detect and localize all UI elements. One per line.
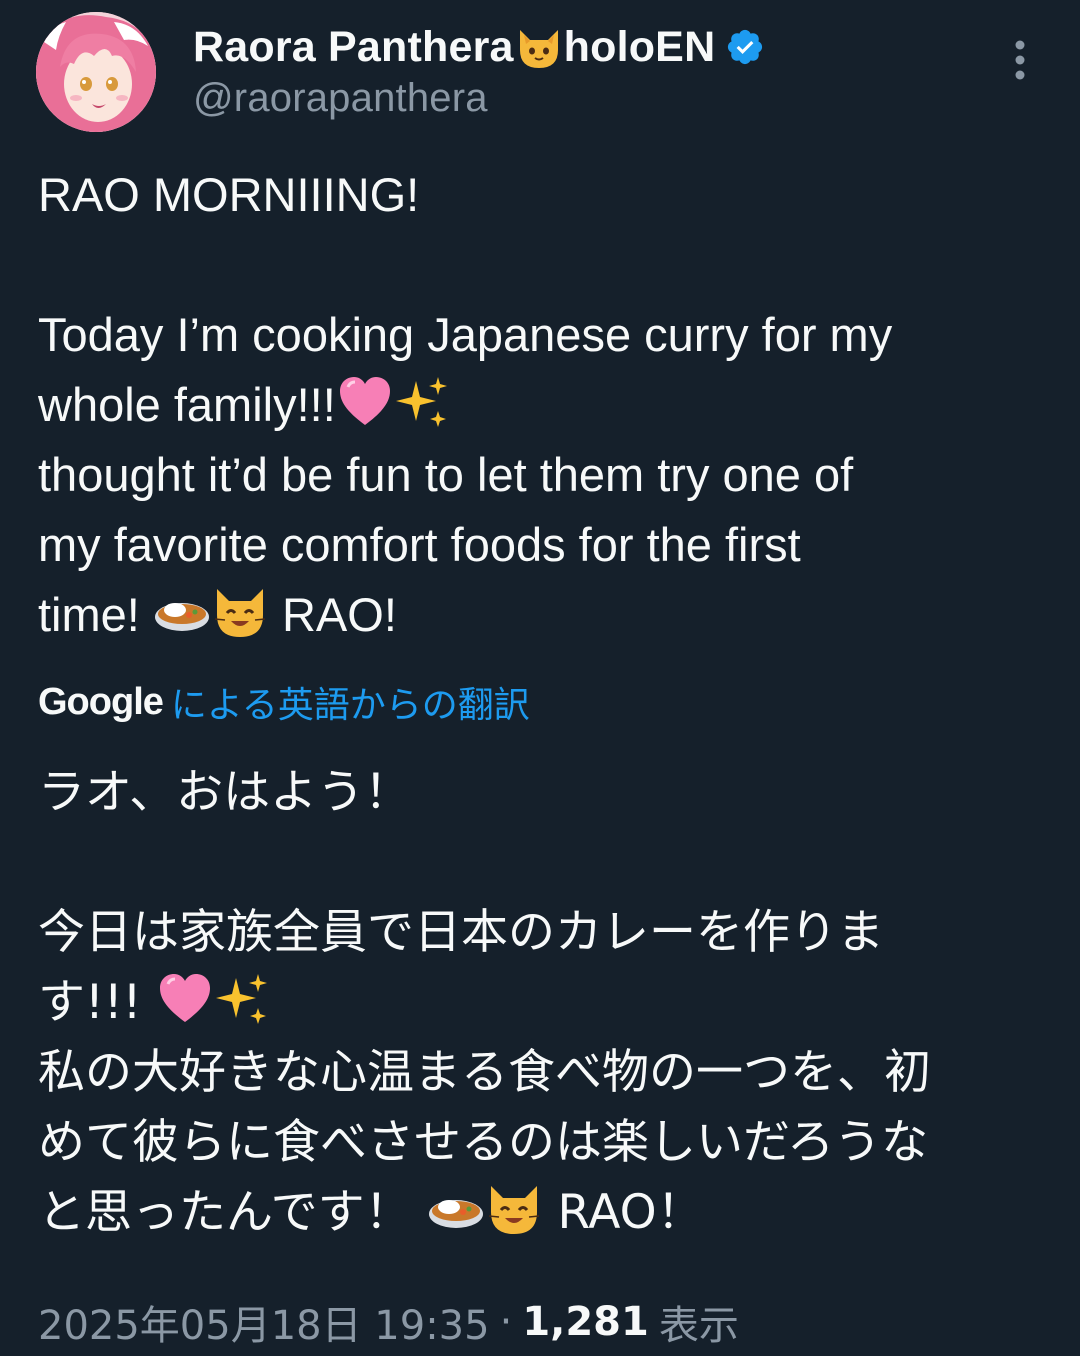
tweet-line: Today I’m cooking Japanese curry for my	[38, 308, 893, 361]
tweet-meta: 2025年05月18日 19:35 · 1,281 表示	[38, 1294, 739, 1350]
translation-blank-line	[38, 828, 1048, 898]
translation-line: 今日は家族全員で日本のカレーを作りま	[38, 905, 884, 960]
curry-rice-icon	[428, 1200, 483, 1228]
tweet-line: my favorite comfort foods for the first	[38, 518, 801, 571]
cat-face-icon	[519, 30, 558, 68]
smiling-cat-icon	[214, 589, 265, 637]
translation-line: めて彼らに食べさせるのは楽しいだろうな	[38, 1115, 929, 1170]
sparkles-icon	[395, 377, 447, 427]
verified-badge-icon	[728, 29, 763, 65]
pink-heart-icon	[339, 377, 390, 425]
avatar[interactable]	[36, 12, 156, 132]
translation-line-text: す!!!	[38, 975, 157, 1030]
tweet-line: thought it’d be fun to let them try one …	[38, 448, 854, 501]
translation-line-text: RAO！	[542, 1185, 704, 1240]
tweet-line: whole family!!!	[38, 370, 1048, 440]
translation-link[interactable]: による英語からの翻訳	[171, 676, 530, 728]
translation-attribution: Google による英語からの翻訳	[38, 672, 530, 732]
tweet-line-text: time!	[38, 588, 153, 641]
smiling-cat-icon	[488, 1186, 539, 1234]
translation-line: す!!!	[38, 968, 1048, 1038]
translation-line: と思ったんです！ RAO！	[38, 1178, 1048, 1248]
views-label: 表示	[658, 1303, 739, 1349]
tweet-line-text: whole family!!!	[38, 378, 336, 431]
meta-separator: ·	[499, 1299, 513, 1345]
author-display-name-suffix[interactable]: holoEN	[564, 23, 716, 72]
views-count: 1,281	[522, 1299, 649, 1345]
author-handle[interactable]: @raorapanthera	[193, 76, 488, 121]
google-label: Google	[38, 680, 164, 723]
tweet-text: RAO MORNIIING! Today I’m cooking Japanes…	[38, 160, 1048, 650]
translation-line-text: と思ったんです！	[38, 1185, 427, 1240]
tweet-line-text: RAO!	[268, 588, 397, 641]
curry-rice-icon	[154, 603, 209, 631]
author-name-row[interactable]: Raora Panthera holoEN	[193, 20, 765, 74]
more-vertical-icon[interactable]	[1000, 36, 1040, 86]
pink-heart-icon	[160, 974, 211, 1022]
tweet-line: RAO MORNIIING!	[38, 168, 420, 221]
author-display-name-prefix[interactable]: Raora Panthera	[193, 23, 514, 72]
tweet-timestamp[interactable]: 2025年05月18日 19:35	[38, 1293, 490, 1351]
translation-line: 私の大好きな心温まる食べ物の一つを、初	[38, 1045, 931, 1100]
avatar-image	[36, 12, 156, 132]
tweet-line: time! RAO!	[38, 580, 1048, 650]
sparkles-icon	[216, 974, 268, 1024]
translation-line: ラオ、おはよう！	[38, 765, 412, 820]
translated-text: ラオ、おはよう！ 今日は家族全員で日本のカレーを作りま す!!! 私の大好きな心…	[38, 758, 1048, 1248]
